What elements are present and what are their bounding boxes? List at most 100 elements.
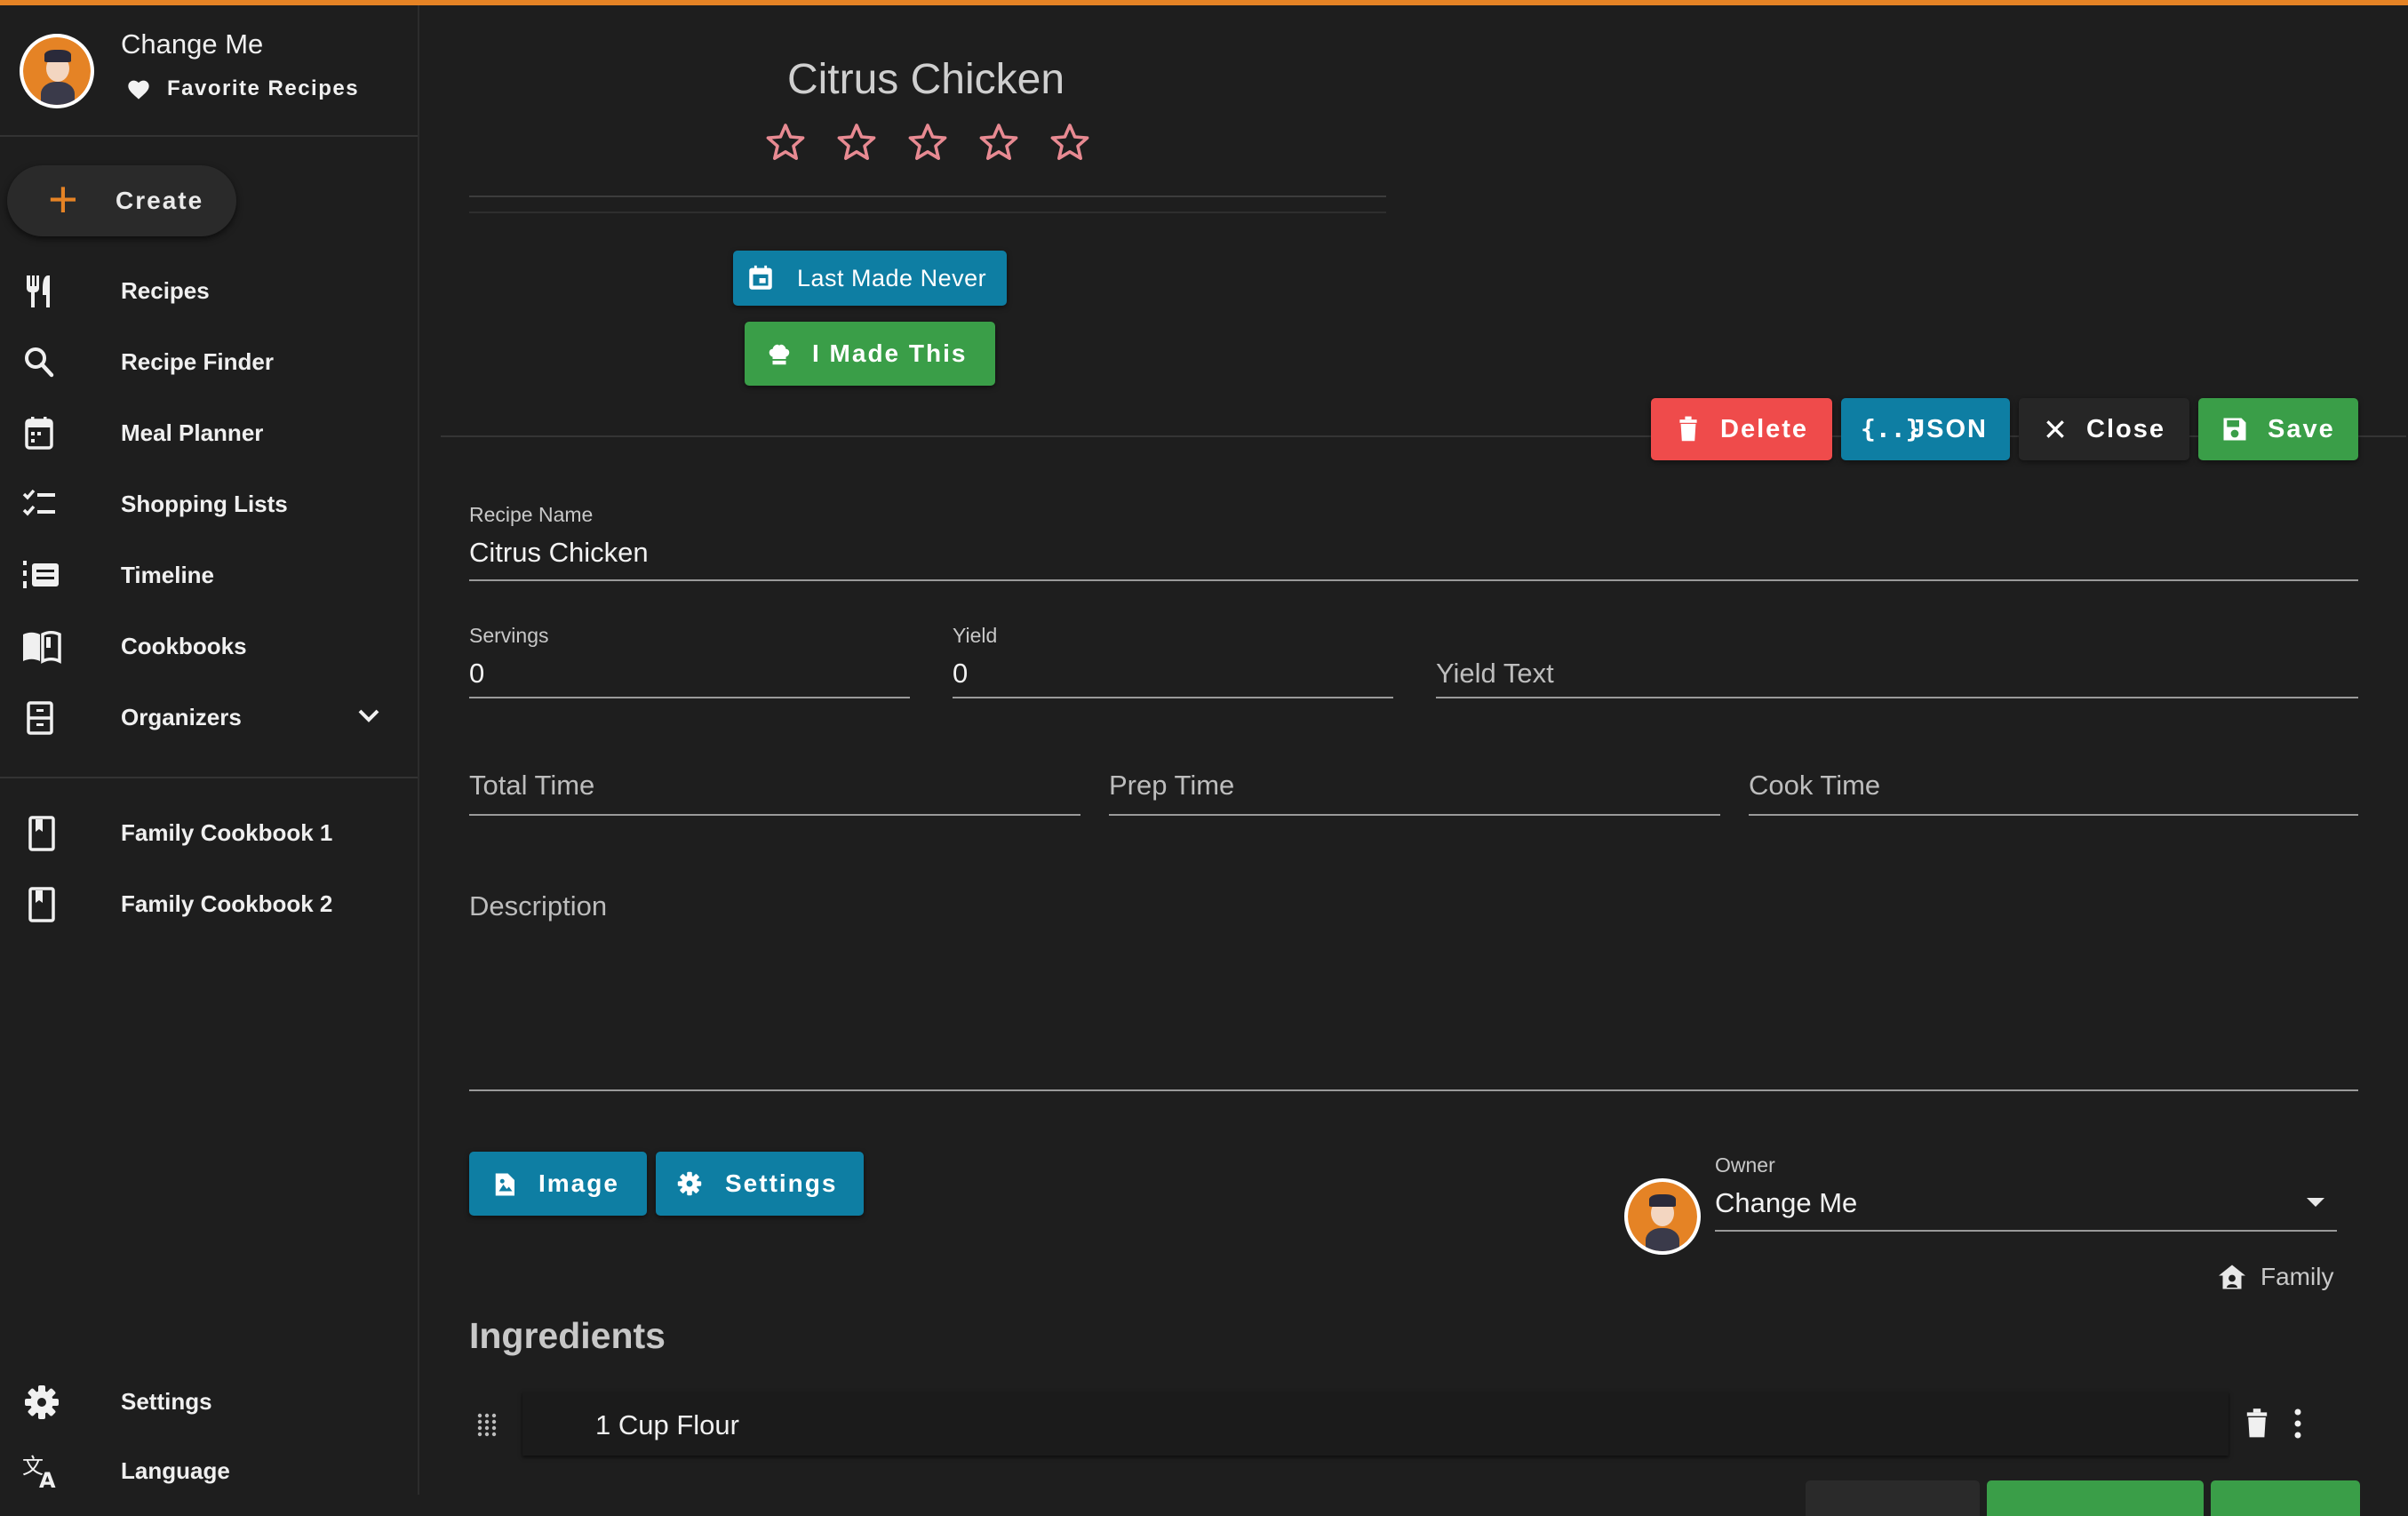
sidebar-item-organizers[interactable]: Organizers <box>0 682 418 754</box>
prep-time-input[interactable]: Prep Time <box>1109 770 1234 802</box>
timeline-icon <box>23 561 59 588</box>
bottom-action-button[interactable] <box>2211 1480 2360 1516</box>
book-open-icon <box>23 631 61 664</box>
star-icon[interactable] <box>764 121 807 164</box>
star-icon[interactable] <box>977 121 1020 164</box>
fork-knife-icon <box>27 275 50 307</box>
save-label: Save <box>2268 414 2335 443</box>
i-made-this-label: I Made This <box>812 339 968 367</box>
close-label: Close <box>2086 414 2165 443</box>
json-label: JSON <box>1910 414 1988 443</box>
create-label: Create <box>116 187 204 214</box>
bookmark-book-icon <box>28 887 55 922</box>
household-label: Family <box>2260 1263 2334 1290</box>
create-button[interactable]: + Create <box>7 165 236 236</box>
owner-select[interactable]: Owner Change Me <box>1715 1153 2337 1233</box>
sidebar-item-family-cookbook-2[interactable]: Family Cookbook 2 <box>0 869 418 940</box>
heart-icon <box>128 80 149 100</box>
title-divider <box>469 195 1386 197</box>
recipe-name-field[interactable]: Recipe Name Citrus Chicken <box>469 503 2358 583</box>
title-divider-secondary <box>469 211 1386 213</box>
home-icon <box>2219 1265 2245 1289</box>
ingredient-text: 1 Cup Flour <box>595 1409 739 1440</box>
description-input[interactable]: Description <box>469 890 607 922</box>
rating-stars[interactable] <box>764 121 1091 164</box>
ingredients-title: Ingredients <box>469 1315 666 1356</box>
sidebar-item-recipes[interactable]: Recipes <box>0 256 418 327</box>
sidebar-item-meal-planner[interactable]: Meal Planner <box>0 398 418 469</box>
gear-icon <box>25 1385 59 1419</box>
trash-icon[interactable] <box>2245 1408 2269 1440</box>
sidebar-item-label: Recipes <box>121 277 210 304</box>
sidebar-item-language[interactable]: 文A Language <box>0 1436 418 1507</box>
settings-label: Settings <box>725 1169 838 1197</box>
user-name[interactable]: Change Me <box>121 28 263 60</box>
recipe-name-input[interactable]: Citrus Chicken <box>469 537 649 569</box>
delete-button[interactable]: Delete <box>1651 398 1832 460</box>
avatar[interactable] <box>20 34 94 108</box>
owner-avatar <box>1624 1178 1701 1255</box>
servings-input[interactable]: 0 <box>469 658 484 690</box>
gear-icon <box>675 1169 704 1198</box>
sidebar-item-recipe-finder[interactable]: Recipe Finder <box>0 327 418 398</box>
yield-label: Yield <box>953 624 998 647</box>
chevron-down-icon[interactable] <box>355 706 382 727</box>
total-time-input[interactable]: Total Time <box>469 770 594 802</box>
cook-time-field[interactable]: Cook Time <box>1749 766 2358 818</box>
last-made-button[interactable]: Last Made Never <box>733 251 1007 306</box>
save-button[interactable]: Save <box>2198 398 2358 460</box>
close-icon <box>2044 418 2067 441</box>
main-content: Citrus Chicken Last Made Never I Made Th… <box>419 5 2408 1516</box>
ingredient-input[interactable]: 1 Cup Flour <box>522 1392 2229 1456</box>
checklist-icon <box>22 489 55 516</box>
settings-button[interactable]: Settings <box>656 1152 864 1216</box>
household-indicator: Family <box>2216 1262 2333 1292</box>
description-field[interactable]: Description <box>469 890 2358 1097</box>
trash-icon <box>1678 416 1699 443</box>
favorite-recipes-link[interactable]: Favorite Recipes <box>126 76 359 101</box>
image-edit-icon <box>492 1171 519 1198</box>
star-icon[interactable] <box>835 121 878 164</box>
image-button[interactable]: Image <box>469 1152 647 1216</box>
dropdown-arrow-icon[interactable] <box>2305 1196 2326 1209</box>
total-time-field[interactable]: Total Time <box>469 766 1080 818</box>
bookmark-book-icon <box>28 816 55 851</box>
delete-label: Delete <box>1720 414 1809 443</box>
sidebar-item-cookbooks[interactable]: Cookbooks <box>0 611 418 682</box>
json-button[interactable]: {..} JSON <box>1841 398 2010 460</box>
recipe-title: Citrus Chicken <box>786 56 1065 103</box>
sidebar-item-label: Shopping Lists <box>121 491 288 517</box>
sidebar-item-label: Meal Planner <box>121 419 264 446</box>
yield-text-input[interactable]: Yield Text <box>1436 658 1554 690</box>
sidebar-item-label: Organizers <box>121 704 242 730</box>
svg-text:A: A <box>39 1468 56 1489</box>
cook-time-input[interactable]: Cook Time <box>1749 770 1880 802</box>
bottom-action-button[interactable] <box>1987 1480 2204 1516</box>
sidebar-item-timeline[interactable]: Timeline <box>0 540 418 611</box>
sidebar-item-shopping-lists[interactable]: Shopping Lists <box>0 469 418 540</box>
star-icon[interactable] <box>1049 121 1091 164</box>
sidebar-item-family-cookbook-1[interactable]: Family Cookbook 1 <box>0 798 418 869</box>
search-icon <box>25 347 54 378</box>
sidebar-item-settings[interactable]: Settings <box>0 1367 418 1438</box>
servings-field[interactable]: Servings 0 <box>469 624 910 700</box>
servings-label: Servings <box>469 624 549 647</box>
owner-value[interactable]: Change Me <box>1715 1187 1857 1219</box>
prep-time-field[interactable]: Prep Time <box>1109 766 1720 818</box>
recipe-name-label: Recipe Name <box>469 503 594 526</box>
i-made-this-button[interactable]: I Made This <box>745 322 995 386</box>
sidebar-item-label: Recipe Finder <box>121 348 274 375</box>
calendar-icon <box>25 417 53 450</box>
drag-handle-icon[interactable] <box>474 1411 499 1438</box>
star-icon[interactable] <box>906 121 949 164</box>
user-block: Change Me Favorite Recipes <box>0 5 418 137</box>
more-vertical-icon[interactable] <box>2292 1408 2303 1440</box>
yield-text-field[interactable]: Yield Text <box>1436 624 2358 700</box>
yield-input[interactable]: 0 <box>953 658 968 690</box>
owner-label: Owner <box>1715 1153 1775 1177</box>
bottom-action-button[interactable] <box>1806 1480 1980 1516</box>
favorite-recipes-label: Favorite Recipes <box>167 76 360 100</box>
yield-field[interactable]: Yield 0 <box>953 624 1393 700</box>
close-button[interactable]: Close <box>2019 398 2189 460</box>
sidebar-item-label: Settings <box>121 1388 212 1415</box>
